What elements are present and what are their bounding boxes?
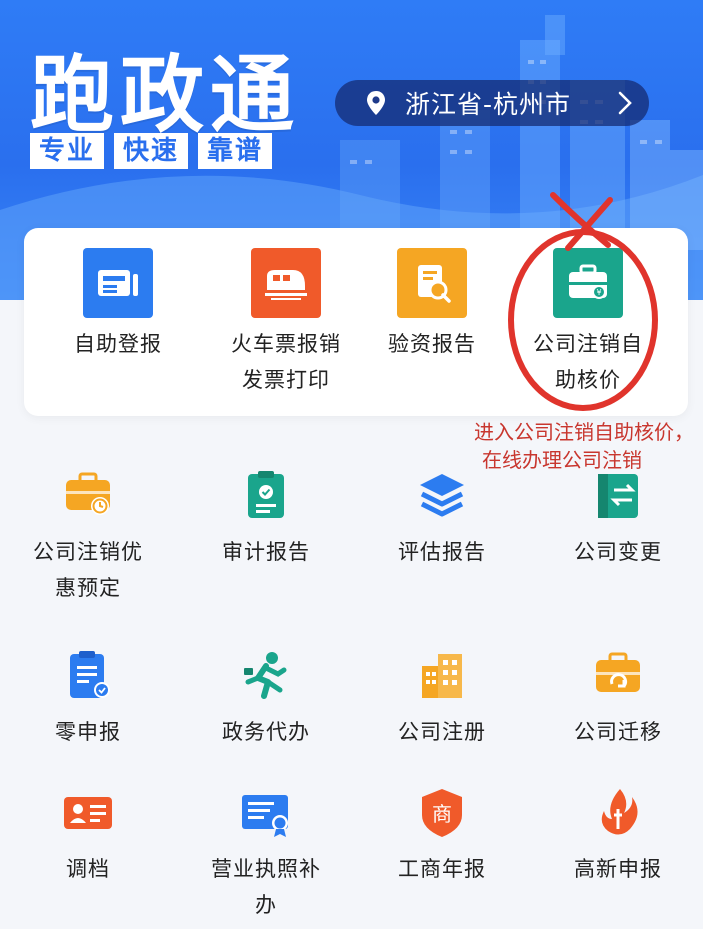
flame-logo-icon [601,789,638,835]
tag-reliable: 靠谱 [198,133,273,169]
service-self-newspaper[interactable]: 自助登报 [30,248,206,362]
service-label: 政务代办 [222,720,310,744]
layers-icon [420,474,464,517]
service-company-registration[interactable]: 公司注册 [354,648,530,750]
transfer-icon [598,474,638,518]
service-annual-report[interactable]: 商 工商年报 [354,785,530,887]
annotation-circle-cross [508,192,658,411]
tag-fast: 快速 [114,133,189,169]
svg-text:商: 商 [432,802,452,826]
runner-icon [244,652,287,699]
service-label: 工商年报 [398,857,486,881]
service-evaluation-report[interactable]: 评估报告 [354,468,530,570]
chevron-right-icon [618,91,632,115]
service-label: 公司注销优 惠预定 [33,540,143,600]
service-label: 自助登报 [74,332,162,356]
service-label: 零申报 [55,720,121,744]
service-file-transfer[interactable]: 调档 [0,785,176,887]
annotation-note: 进入公司注销自助核价， 在线办理公司注销 [414,418,694,474]
annotation-line-1: 进入公司注销自助核价， [474,420,694,444]
briefcase-clock-icon [66,472,110,515]
clipboard-check-icon [248,471,284,518]
brand-title: 跑政通 [30,46,301,144]
newspaper-icon [83,248,153,318]
id-card-icon [64,797,112,829]
service-audit-report[interactable]: 审计报告 [178,468,354,570]
service-label: 公司注册 [398,720,486,744]
building-icon [422,654,462,698]
service-label: 验资报告 [388,332,476,356]
service-company-relocation[interactable]: 公司迁移 [530,648,703,750]
service-label: 评估报告 [398,540,486,564]
service-label: 审计报告 [222,540,310,564]
service-label: 公司迁移 [574,720,662,744]
location-text: 浙江省-杭州市 [405,90,572,119]
train-icon [251,248,321,318]
service-label: 高新申报 [574,857,662,881]
service-deregistration-discount[interactable]: 公司注销优 惠预定 [0,468,176,606]
location-pin-icon [367,91,385,115]
tag-professional: 专业 [30,133,105,169]
clipboard-badge-icon [70,651,110,698]
location-selector[interactable]: 浙江省-杭州市 [335,80,649,126]
service-company-change[interactable]: 公司变更 [530,468,703,570]
briefcase-refresh-icon [596,652,640,692]
shang-badge-icon: 商 [422,789,462,837]
service-zero-declaration[interactable]: 零申报 [0,648,176,750]
service-high-tech-declaration[interactable]: 高新申报 [530,785,703,887]
service-label: 营业执照补 办 [211,857,321,917]
license-icon [242,795,288,837]
service-capital-verification[interactable]: 验资报告 [344,248,520,362]
service-license-reissue[interactable]: 营业执照补 办 [178,785,354,923]
service-label: 公司变更 [574,540,662,564]
service-label: 调档 [66,857,110,881]
service-government-agency[interactable]: 政务代办 [178,648,354,750]
report-search-icon [397,248,467,318]
brand-tags: 专业 快速 靠谱 [30,133,273,169]
